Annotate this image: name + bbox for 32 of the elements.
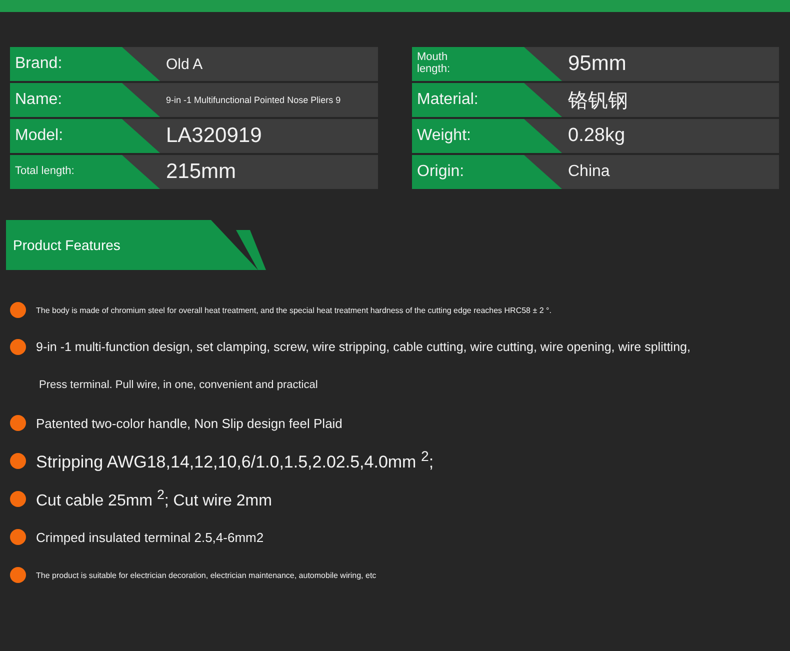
spec-label: Total length: xyxy=(10,155,160,189)
bullet-icon xyxy=(10,302,26,318)
bullet-icon xyxy=(10,491,26,507)
feature-text: Stripping AWG18,14,12,10,6/1.0,1.5,2.02.5,4.0mm $^{2}$; xyxy=(36,449,434,473)
bullet-icon xyxy=(10,529,26,545)
spec-label: Brand: xyxy=(10,47,160,81)
spec-label: Name: xyxy=(10,83,160,117)
feature-text: Crimped insulated terminal 2.5,4-6mm2 xyxy=(36,530,264,544)
spec-value: 铬钒钢 xyxy=(567,88,628,114)
spec-value: 215mm xyxy=(165,159,236,185)
spec-value: LA320919 xyxy=(165,123,262,149)
feature-text: The body is made of chromium steel for overall heat treatment, and the special heat treatment hardness of the cutting edge reaches HRC58 ± 2 °. xyxy=(36,306,552,314)
bullet-icon xyxy=(10,567,26,583)
spec-label: Material: xyxy=(412,83,562,117)
spec-value: China xyxy=(567,162,610,182)
bullet-icon xyxy=(10,415,26,431)
spec-label: Weight: xyxy=(412,119,562,153)
spec-label: Origin: xyxy=(412,155,562,189)
feature-text: 9-in -1 multi-function design, set clamping, screw, wire stripping, cable cutting, wire cutting, wire opening, wire splitting, xyxy=(36,340,690,354)
bullet-icon xyxy=(10,339,26,355)
feature-text: Press terminal. Pull wire, in one, convenient and practical xyxy=(39,379,318,391)
spec-label: Model: xyxy=(10,119,160,153)
feature-text: Patented two-color handle, Non Slip design feel Plaid xyxy=(36,416,342,430)
bullet-icon xyxy=(10,453,26,469)
spec-value: Old A xyxy=(165,54,203,74)
spec-value: 0.28kg xyxy=(567,124,626,148)
spec-value: 95mm xyxy=(567,51,626,77)
section-header: Product Features xyxy=(6,220,258,270)
feature-text: Cut cable 25mm $^{2}$; Cut wire 2mm xyxy=(36,487,272,511)
spec-label: Mouth length: xyxy=(412,47,562,81)
spec-value: 9-in -1 Multifunctional Pointed Nose Pliers 9 xyxy=(165,94,341,107)
feature-text: The product is suitable for electrician decoration, electrician maintenance, automobile wiring, etc xyxy=(36,570,376,580)
